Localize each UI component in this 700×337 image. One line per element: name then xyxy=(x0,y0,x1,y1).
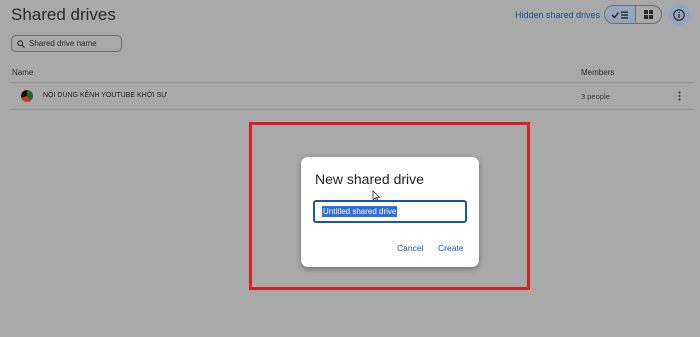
page-title: Shared drives xyxy=(11,5,116,24)
more-actions-button[interactable] xyxy=(674,89,684,103)
drive-name-input[interactable] xyxy=(313,200,467,223)
drive-avatar xyxy=(21,90,33,102)
row-divider xyxy=(10,109,694,110)
drive-members: 3 people xyxy=(581,92,610,101)
column-header-members[interactable]: Members xyxy=(581,68,614,77)
grid-view-button[interactable] xyxy=(636,6,661,23)
more-vert-icon xyxy=(678,91,680,101)
new-shared-drive-dialog: New shared drive Untitled shared drive C… xyxy=(301,157,479,267)
drive-name: NỘI DUNG KÊNH YOUTUBE KHỞI SỰ xyxy=(43,92,168,99)
search-input[interactable] xyxy=(25,39,119,48)
dialog-title: New shared drive xyxy=(315,171,424,187)
grid-icon xyxy=(644,10,653,19)
view-toggle xyxy=(604,5,662,24)
info-icon xyxy=(673,9,685,21)
cancel-button[interactable]: Cancel xyxy=(397,243,423,253)
create-button[interactable]: Create xyxy=(438,243,464,253)
search-box xyxy=(11,35,122,52)
hidden-shared-drives-link[interactable]: Hidden shared drives xyxy=(515,10,600,20)
column-header-name[interactable]: Name xyxy=(12,68,33,77)
list-view-button[interactable] xyxy=(605,6,636,23)
table-row[interactable]: NỘI DUNG KÊNH YOUTUBE KHỞI SỰ 3 people xyxy=(10,83,694,109)
check-list-icon xyxy=(611,11,628,19)
search-icon xyxy=(17,39,25,48)
info-button[interactable] xyxy=(668,4,690,26)
